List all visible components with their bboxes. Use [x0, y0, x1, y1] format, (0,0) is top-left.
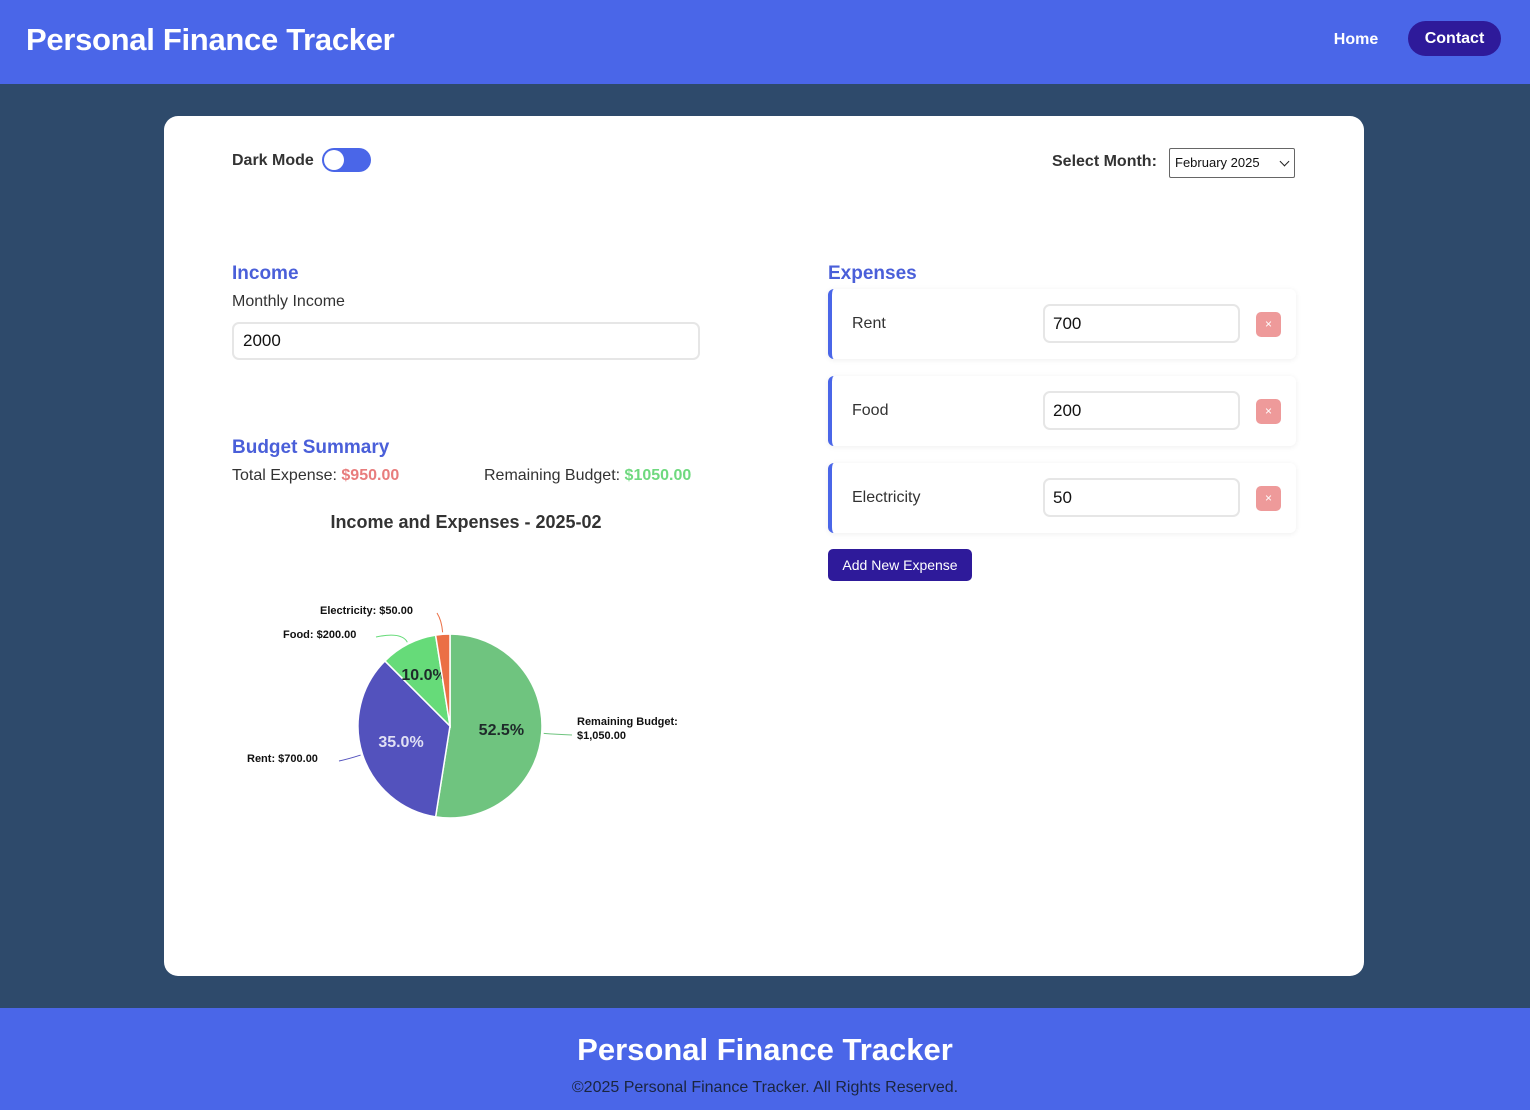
- dark-mode-toggle[interactable]: [322, 148, 371, 172]
- month-select-label: Select Month:: [1052, 153, 1157, 170]
- pie-chart: Remaining Budget: $1,050.00 52.5% Rent: $70…: [247, 605, 678, 819]
- expense-row: Electricity 50 ×: [828, 463, 1296, 533]
- pie-leader-line: [436, 612, 444, 633]
- nav-home-link[interactable]: Home: [1316, 22, 1396, 57]
- monthly-income-label: Monthly Income: [232, 293, 345, 310]
- expense-amount-input[interactable]: 50: [1043, 478, 1240, 517]
- nav-contact-button[interactable]: Contact: [1408, 21, 1501, 56]
- expense-name: Food: [852, 402, 889, 419]
- top-navbar: Personal Finance Tracker Home Contact: [0, 0, 1530, 84]
- budget-summary-heading: Budget Summary: [232, 437, 390, 458]
- remaining-budget: Remaining Budget: $1050.00: [484, 467, 691, 485]
- total-expense: Total Expense: $950.00: [232, 467, 399, 485]
- dark-mode-label: Dark Mode: [232, 152, 314, 169]
- expense-name: Electricity: [852, 489, 921, 506]
- main-card: Dark Mode Select Month: February 2025 In…: [164, 116, 1364, 976]
- monthly-income-input[interactable]: 2000: [232, 322, 700, 360]
- footer: Personal Finance Tracker ©2025 Personal …: [0, 1008, 1530, 1110]
- pie-leader-line: [375, 634, 408, 643]
- expense-row: Rent 700 ×: [828, 289, 1296, 359]
- pie-slice-label: Rent: $700.00: [247, 753, 318, 765]
- expense-name: Rent: [852, 315, 886, 332]
- pie-slice-label: Remaining Budget: $1,050.00: [577, 716, 678, 742]
- pie-percent-label: 10.0%: [401, 667, 446, 684]
- chart-title: Income and Expenses - 2025-02: [330, 512, 602, 532]
- pie-percent-label: 52.5%: [479, 722, 524, 739]
- toggle-knob: [324, 150, 344, 170]
- footer-title: Personal Finance Tracker: [577, 1032, 953, 1067]
- remaining-budget-label: Remaining Budget:: [484, 467, 621, 484]
- add-expense-button[interactable]: Add New Expense: [828, 549, 972, 581]
- delete-expense-button[interactable]: ×: [1256, 312, 1281, 337]
- app-title: Personal Finance Tracker: [26, 22, 395, 57]
- month-select-value: February 2025: [1175, 155, 1260, 170]
- pie-slice-label: Food: $200.00: [283, 629, 356, 641]
- total-expense-label: Total Expense:: [232, 467, 337, 484]
- pie-slice-label: Electricity: $50.00: [320, 605, 413, 617]
- total-expense-value: $950.00: [341, 467, 400, 484]
- expenses-heading: Expenses: [828, 263, 917, 284]
- income-heading: Income: [232, 263, 299, 284]
- remaining-budget-value: $1050.00: [624, 467, 692, 484]
- chevron-down-icon: [1279, 156, 1290, 167]
- month-select[interactable]: February 2025: [1169, 148, 1295, 178]
- delete-expense-button[interactable]: ×: [1256, 486, 1281, 511]
- delete-expense-button[interactable]: ×: [1256, 399, 1281, 424]
- pie-percent-label: 35.0%: [378, 734, 423, 751]
- expense-amount-input[interactable]: 200: [1043, 391, 1240, 430]
- expense-row: Food 200 ×: [828, 376, 1296, 446]
- pie-leader-line: [543, 732, 573, 736]
- expense-amount-input[interactable]: 700: [1043, 304, 1240, 343]
- footer-copyright: ©2025 Personal Finance Tracker. All Righ…: [571, 1079, 959, 1096]
- pie-leader-line: [338, 754, 361, 762]
